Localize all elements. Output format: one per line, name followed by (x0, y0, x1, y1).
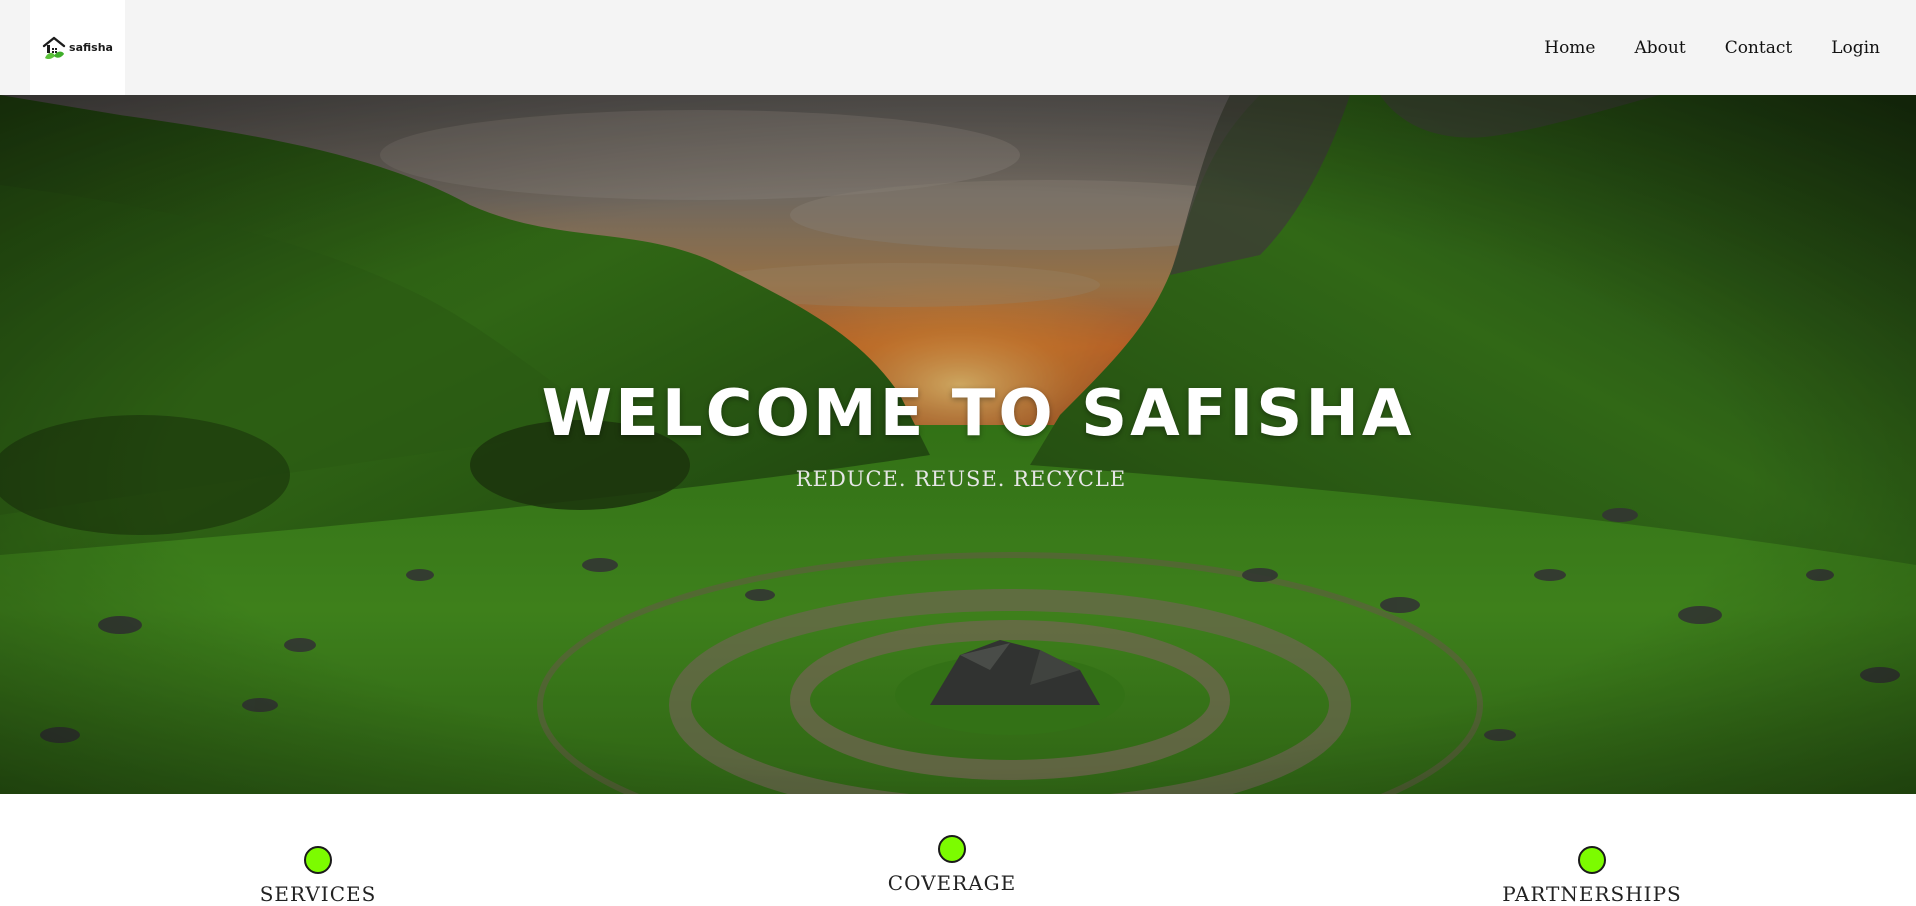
brand-name: safisha (69, 41, 113, 54)
features-section: SERVICES COVERAGE PARTNERSHIPS (0, 794, 1916, 906)
hero-subtitle: REDUCE. REUSE. RECYCLE (795, 467, 1127, 491)
nav-item-contact[interactable]: Contact (1725, 38, 1793, 58)
nav-item-login[interactable]: Login (1831, 38, 1880, 58)
feature-coverage[interactable]: COVERAGE (802, 835, 1102, 895)
feature-services[interactable]: SERVICES (168, 846, 468, 906)
feature-label: SERVICES (259, 882, 377, 906)
nav-menu: Home About Contact Login (1544, 0, 1916, 95)
hero-banner: WELCOME TO SAFISHA REDUCE. REUSE. RECYCL… (0, 95, 1916, 794)
green-dot-icon (1578, 846, 1606, 874)
feature-label: PARTNERSHIPS (1502, 882, 1682, 906)
green-dot-icon (304, 846, 332, 874)
logo-inner: safisha (42, 35, 113, 61)
navbar: safisha Home About Contact Login (0, 0, 1916, 95)
nav-item-about[interactable]: About (1635, 38, 1686, 58)
green-dot-icon (938, 835, 966, 863)
logo[interactable]: safisha (30, 0, 125, 95)
nav-item-home[interactable]: Home (1544, 38, 1595, 58)
hero-title: WELCOME TO SAFISHA (541, 377, 1415, 451)
house-leaf-icon (42, 36, 66, 59)
feature-partnerships[interactable]: PARTNERSHIPS (1442, 846, 1742, 906)
feature-label: COVERAGE (887, 871, 1017, 895)
